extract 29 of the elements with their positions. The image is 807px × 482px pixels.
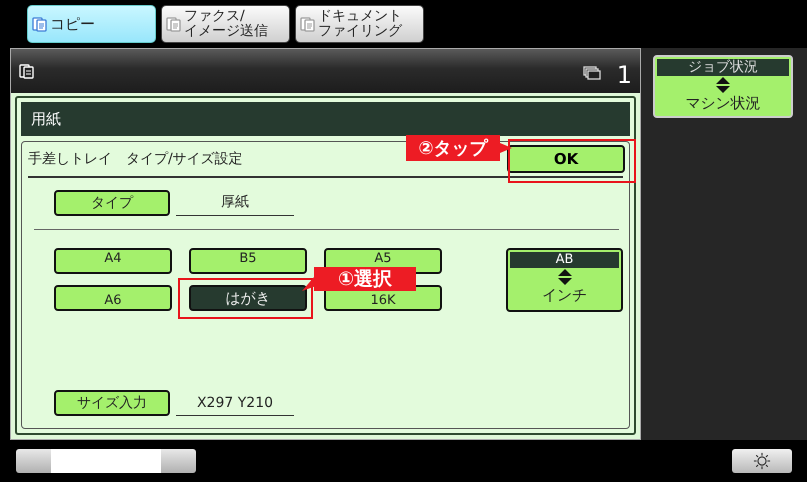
up-down-arrow-icon [716,77,730,93]
paper-size-button[interactable]: はがき [189,285,307,311]
paper-size-button[interactable]: A6 [54,285,172,311]
mode-tab[interactable]: ファクス/ イメージ送信 [161,5,290,43]
tap-tooltip: ②タップ [406,135,500,161]
settings-title: 手差しトレイ タイプ/サイズ設定 [28,150,243,168]
copy-icon [19,63,35,79]
size-value: X297 Y210 [176,395,294,416]
ok-button[interactable]: OK [507,145,625,173]
mode-tab[interactable]: ドキュメント ファイリング [295,5,424,43]
brightness-button[interactable] [732,449,792,473]
slider-bar[interactable] [16,449,196,473]
paper-size-button[interactable]: A4 [54,248,172,274]
unit-toggle-button[interactable]: AB インチ [506,248,623,312]
dialog-title: 用紙 [21,102,630,136]
mode-tab[interactable]: コピー [27,5,156,43]
select-tooltip: ①選択 [314,267,416,291]
document-icon [166,16,182,32]
document-icon [300,16,316,32]
document-icon [32,16,48,32]
job-status-button[interactable]: ジョブ状況 マシン状況 [653,55,793,118]
sun-icon [753,452,771,470]
paper-stack-icon [582,66,601,80]
up-down-arrow-icon [558,269,572,285]
size-input-button[interactable]: サイズ入力 [54,390,170,416]
paper-size-button[interactable]: B5 [189,248,307,274]
type-value: 厚紙 [176,193,294,216]
type-button[interactable]: タイプ [54,190,170,216]
copy-count: 1 [616,61,632,89]
